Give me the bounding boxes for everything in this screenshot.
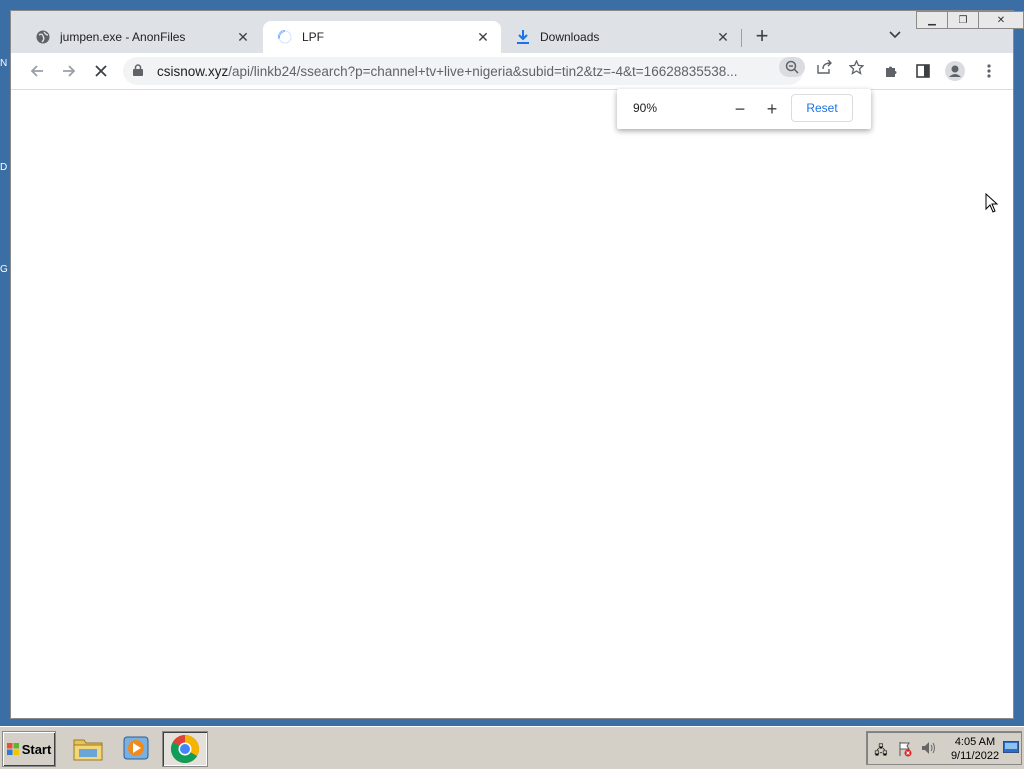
page-content[interactable] bbox=[11, 90, 1013, 718]
window-controls: ▁ ❐ ✕ bbox=[916, 11, 1024, 29]
download-icon bbox=[515, 29, 531, 45]
system-tray: 🖧 4:05 AM 9/11/2022 bbox=[866, 731, 1022, 765]
forward-arrow-icon[interactable] bbox=[59, 61, 79, 81]
tab-label: LPF bbox=[302, 30, 325, 44]
loading-spinner-icon bbox=[277, 29, 293, 45]
tab-search-chevron-icon[interactable] bbox=[885, 27, 905, 47]
profile-avatar-icon[interactable] bbox=[945, 61, 965, 81]
tab-downloads[interactable]: Downloads ✕ bbox=[501, 21, 741, 53]
extensions-puzzle-icon[interactable] bbox=[881, 61, 901, 81]
mouse-cursor-icon bbox=[985, 192, 999, 213]
close-icon[interactable]: ✕ bbox=[978, 11, 1024, 29]
start-button[interactable]: Start bbox=[2, 731, 56, 767]
url-path: /api/linkb24/ssearch?p=channel+tv+live+n… bbox=[228, 63, 738, 79]
taskbar: Start 🖧 4:05 AM 9/11/2022 bbox=[0, 726, 1024, 769]
chrome-window: jumpen.exe - AnonFiles ✕ LPF ✕ Downloads… bbox=[10, 10, 1024, 719]
url-host: csisnow.xyz bbox=[157, 63, 229, 79]
tab-label: Downloads bbox=[540, 30, 600, 44]
globe-icon bbox=[35, 29, 51, 45]
share-icon[interactable] bbox=[811, 57, 837, 77]
back-arrow-icon[interactable] bbox=[27, 61, 47, 81]
start-label: Start bbox=[21, 741, 52, 757]
address-bar[interactable]: csisnow.xyz/api/linkb24/ssearch?p=channe… bbox=[123, 57, 803, 85]
zoom-in-button[interactable]: + bbox=[761, 98, 783, 120]
action-center-flag-icon[interactable] bbox=[897, 741, 913, 757]
tab-label: jumpen.exe - AnonFiles bbox=[60, 30, 186, 44]
omnibox-actions bbox=[773, 57, 869, 77]
minimize-icon[interactable]: ▁ bbox=[916, 11, 948, 29]
stop-loading-icon[interactable] bbox=[91, 61, 111, 81]
restore-icon[interactable]: ❐ bbox=[947, 11, 979, 29]
clock-date: 9/11/2022 bbox=[950, 750, 1000, 762]
chrome-icon[interactable] bbox=[162, 731, 208, 767]
tab-strip: jumpen.exe - AnonFiles ✕ LPF ✕ Downloads… bbox=[11, 11, 1024, 53]
zoom-magnifier-icon[interactable] bbox=[779, 57, 805, 77]
new-tab-button[interactable]: + bbox=[751, 25, 773, 48]
kebab-menu-icon[interactable] bbox=[979, 61, 999, 81]
zoom-percentage: 90% bbox=[633, 101, 658, 115]
close-tab-icon[interactable]: ✕ bbox=[713, 27, 733, 47]
file-explorer-icon[interactable] bbox=[66, 731, 110, 765]
clock[interactable]: 4:05 AM 9/11/2022 bbox=[947, 735, 1003, 763]
tab-anonfiles[interactable]: jumpen.exe - AnonFiles ✕ bbox=[21, 21, 261, 53]
bookmark-star-icon[interactable] bbox=[843, 57, 869, 77]
url-text[interactable]: csisnow.xyz/api/linkb24/ssearch?p=channe… bbox=[157, 64, 803, 79]
windows-flag-icon bbox=[6, 743, 19, 755]
network-icon[interactable]: 🖧 bbox=[873, 741, 889, 757]
zoom-out-button[interactable]: − bbox=[729, 98, 751, 120]
tab-separator bbox=[741, 29, 742, 47]
media-player-icon[interactable] bbox=[114, 731, 158, 765]
show-desktop-icon[interactable] bbox=[1002, 740, 1020, 757]
close-tab-icon[interactable]: ✕ bbox=[473, 27, 493, 47]
tab-lpf[interactable]: LPF ✕ bbox=[263, 21, 501, 53]
clock-time: 4:05 AM bbox=[954, 736, 996, 748]
zoom-popup: 90% − + Reset bbox=[617, 89, 871, 129]
toolbar: csisnow.xyz/api/linkb24/ssearch?p=channe… bbox=[11, 53, 1013, 90]
close-tab-icon[interactable]: ✕ bbox=[233, 27, 253, 47]
side-panel-icon[interactable] bbox=[913, 61, 933, 81]
zoom-reset-button[interactable]: Reset bbox=[791, 94, 853, 122]
lock-icon[interactable] bbox=[133, 63, 147, 79]
volume-icon[interactable] bbox=[921, 741, 937, 757]
